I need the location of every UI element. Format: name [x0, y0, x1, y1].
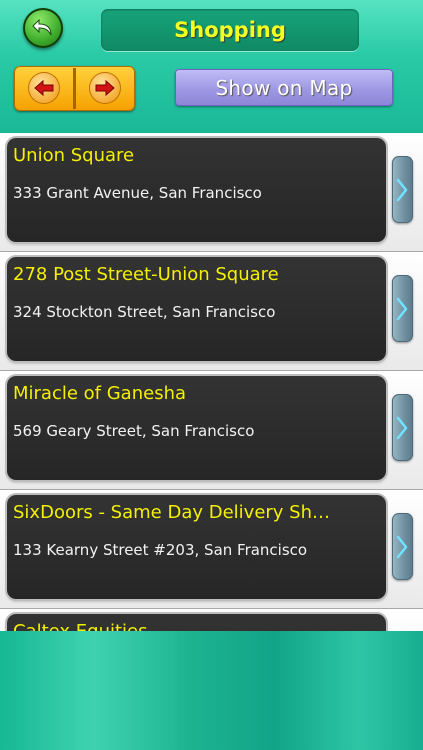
toolbar: Shopping Show on Map	[0, 0, 423, 133]
place-card[interactable]: Miracle of Ganesha 569 Geary Street, San…	[7, 376, 386, 480]
list-item[interactable]: Union Square 333 Grant Avenue, San Franc…	[0, 133, 423, 252]
list-item[interactable]: Caltex Equities	[0, 609, 423, 631]
place-name: SixDoors - Same Day Delivery Sh…	[13, 502, 331, 523]
place-address: 133 Kearny Street #203, San Francisco	[13, 541, 308, 559]
place-address: 569 Geary Street, San Francisco	[13, 422, 255, 440]
place-name: 278 Post Street-Union Square	[13, 264, 279, 285]
place-card[interactable]: SixDoors - Same Day Delivery Sh… 133 Kea…	[7, 495, 386, 599]
place-name: Caltex Equities	[13, 621, 379, 631]
back-button[interactable]	[23, 8, 63, 48]
show-on-map-label: Show on Map	[215, 75, 353, 100]
page-title-box: Shopping	[101, 9, 359, 51]
list-item[interactable]: SixDoors - Same Day Delivery Sh… 133 Kea…	[0, 490, 423, 609]
next-button[interactable]	[77, 69, 133, 108]
places-list[interactable]: Union Square 333 Grant Avenue, San Franc…	[0, 133, 423, 631]
chevron-right-icon	[396, 297, 408, 321]
place-card[interactable]: Union Square 333 Grant Avenue, San Franc…	[7, 138, 386, 242]
chevron-right-icon	[396, 535, 408, 559]
details-button[interactable]	[392, 156, 413, 223]
back-curved-arrow-icon	[32, 18, 52, 36]
arrow-right-icon	[95, 79, 115, 97]
chevron-right-icon	[396, 416, 408, 440]
divider	[73, 68, 76, 109]
arrow-left-icon	[34, 79, 54, 97]
place-address: 324 Stockton Street, San Francisco	[13, 303, 276, 321]
show-on-map-button[interactable]: Show on Map	[175, 69, 393, 106]
details-button[interactable]	[392, 394, 413, 461]
details-button[interactable]	[392, 513, 413, 580]
chevron-right-icon	[396, 178, 408, 202]
page-title: Shopping	[174, 18, 286, 42]
previous-button[interactable]	[16, 69, 72, 108]
navigation-arrows	[14, 66, 135, 111]
place-name: Union Square	[13, 145, 135, 166]
place-card[interactable]: 278 Post Street-Union Square 324 Stockto…	[7, 257, 386, 361]
place-address: 333 Grant Avenue, San Francisco	[13, 184, 262, 202]
list-item[interactable]: Miracle of Ganesha 569 Geary Street, San…	[0, 371, 423, 490]
list-item[interactable]: 278 Post Street-Union Square 324 Stockto…	[0, 252, 423, 371]
place-card[interactable]: Caltex Equities	[7, 614, 386, 631]
place-name: Miracle of Ganesha	[13, 383, 187, 404]
details-button[interactable]	[392, 275, 413, 342]
